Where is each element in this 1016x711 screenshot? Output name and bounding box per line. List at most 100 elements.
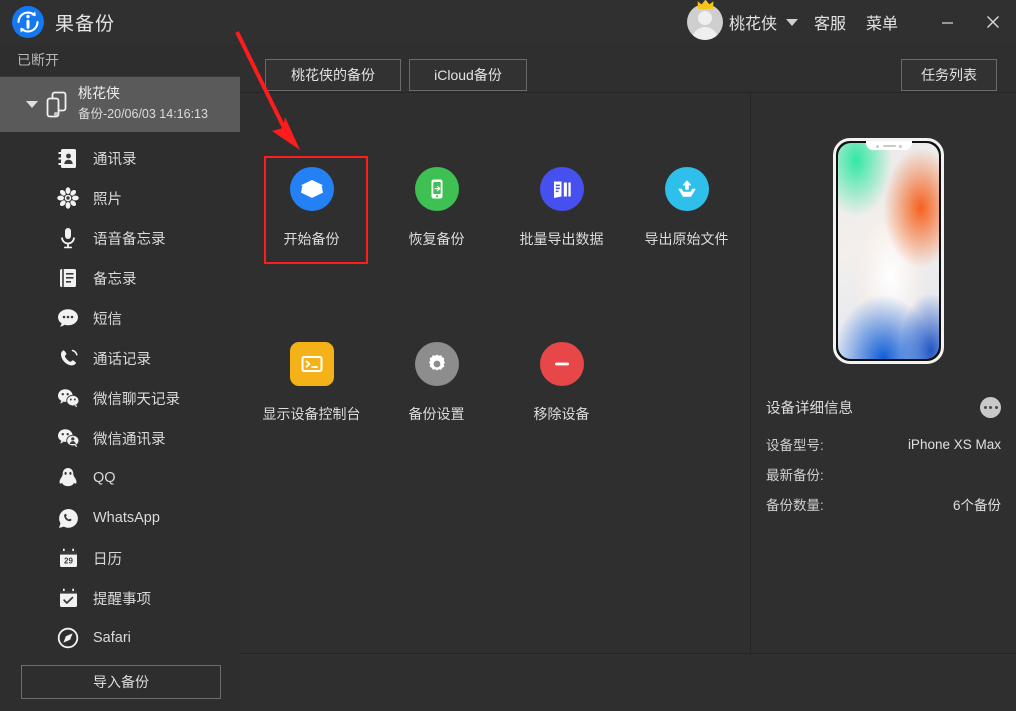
info-key: 设备型号:: [766, 434, 824, 454]
sidebar-item-label: QQ: [93, 470, 116, 486]
action-restore-backup[interactable]: 恢复备份: [374, 150, 499, 265]
photos-flower-icon: [55, 185, 81, 211]
info-row: 备份数量: 6个备份: [766, 489, 1001, 519]
phone-notch: [866, 141, 912, 150]
layers-icon: [290, 167, 334, 211]
device-backup-label: 备份-20/06/03 14:16:13: [78, 105, 208, 123]
sidebar-item-label: 语音备忘录: [93, 228, 166, 249]
sidebar-item-sms[interactable]: 短信: [0, 298, 240, 338]
info-key: 最新备份:: [766, 464, 824, 484]
support-link[interactable]: 客服: [814, 10, 846, 34]
action-grid: 开始备份 恢复备份 批量导出数据 导出原始文件: [249, 150, 749, 440]
import-backup-button[interactable]: 导入备份: [21, 665, 221, 699]
export-data-icon: [540, 167, 584, 211]
phone-restore-icon: [415, 167, 459, 211]
action-remove-device[interactable]: 移除设备: [499, 325, 624, 440]
sidebar-item-label: 备忘录: [93, 268, 137, 289]
gear-icon: [415, 342, 459, 386]
bottom-divider: [240, 653, 1016, 654]
action-export-raw-files[interactable]: 导出原始文件: [624, 150, 749, 265]
triangle-down-icon[interactable]: [26, 101, 38, 108]
action-backup-settings[interactable]: 备份设置: [374, 325, 499, 440]
sidebar-item-voice-memos[interactable]: 语音备忘录: [0, 218, 240, 258]
phone-wallpaper: [838, 143, 939, 359]
tab-local-backup[interactable]: 桃花侠的备份: [265, 59, 401, 91]
sidebar-item-label: 提醒事项: [93, 588, 151, 609]
sidebar-item-notes[interactable]: 备忘录: [0, 258, 240, 298]
action-label: 显示设备控制台: [263, 404, 361, 424]
terminal-icon: [290, 342, 334, 386]
iphone-x-mockup: [833, 138, 944, 364]
action-batch-export[interactable]: 批量导出数据: [499, 150, 624, 265]
action-row-1: 开始备份 恢复备份 批量导出数据 导出原始文件: [249, 150, 749, 265]
action-label: 批量导出数据: [520, 229, 604, 249]
sidebar-nav: 通讯录 照片: [0, 132, 240, 658]
device-bullet: [54, 112, 58, 116]
sidebar-item-label: 微信通讯录: [93, 428, 166, 449]
info-key: 备份数量:: [766, 494, 824, 514]
username-label: 桃花侠: [729, 10, 777, 34]
chevron-down-icon[interactable]: [786, 19, 798, 26]
whatsapp-icon: [55, 505, 81, 531]
upload-tray-icon: [665, 167, 709, 211]
app-title: 果备份: [55, 9, 115, 36]
sidebar-device-node[interactable]: 桃花侠 备份-20/06/03 14:16:13: [0, 77, 240, 132]
phone-call-icon: [55, 345, 81, 371]
sidebar-item-label: Safari: [93, 630, 131, 646]
wechat-contacts-icon: [55, 425, 81, 451]
device-texts: 桃花侠 备份-20/06/03 14:16:13: [78, 84, 208, 123]
info-row: 设备型号: iPhone XS Max: [766, 429, 1001, 459]
device-detail-panel: 设备详细信息 设备型号: iPhone XS Max 最新备份: 备份数量: 6…: [751, 92, 1016, 653]
sidebar-item-call-history[interactable]: 通话记录: [0, 338, 240, 378]
sidebar-item-label: 通讯录: [93, 148, 137, 169]
sidebar-item-whatsapp[interactable]: WhatsApp: [0, 498, 240, 538]
action-row-2: 显示设备控制台 备份设置 移除设备: [249, 325, 749, 440]
app-window: 果备份 桃花侠 客服 菜单 已断开: [0, 0, 1016, 711]
minus-circle-icon: [540, 342, 584, 386]
sidebar: 已断开 桃花侠 备份-20/06/03 14:16:13 通讯录: [0, 44, 240, 711]
action-show-device-console[interactable]: 显示设备控制台: [249, 325, 374, 440]
action-label: 备份设置: [409, 404, 465, 424]
action-label: 恢复备份: [409, 229, 465, 249]
sidebar-item-label: 微信聊天记录: [93, 388, 180, 409]
app-logo-icon: [11, 5, 45, 39]
wechat-icon: [55, 385, 81, 411]
sidebar-item-wechat-contacts[interactable]: 微信通讯录: [0, 418, 240, 458]
menu-link[interactable]: 菜单: [866, 10, 898, 34]
user-area: 桃花侠 客服 菜单: [687, 0, 898, 44]
safari-compass-icon: [55, 625, 81, 651]
sidebar-item-safari[interactable]: Safari: [0, 618, 240, 658]
sidebar-item-photos[interactable]: 照片: [0, 178, 240, 218]
sidebar-item-reminders[interactable]: 提醒事项: [0, 578, 240, 618]
device-detail-title: 设备详细信息: [766, 397, 853, 418]
sidebar-item-label: 照片: [93, 188, 122, 209]
microphone-icon: [55, 225, 81, 251]
sidebar-item-calendar[interactable]: 29 日历: [0, 538, 240, 578]
info-row: 最新备份:: [766, 459, 1001, 489]
calendar-29-icon: 29: [55, 545, 81, 571]
sidebar-item-label: 短信: [93, 308, 122, 329]
qq-penguin-icon: [55, 465, 81, 491]
sidebar-item-wechat-chats[interactable]: 微信聊天记录: [0, 378, 240, 418]
window-controls: [924, 0, 1016, 44]
close-button[interactable]: [970, 0, 1016, 44]
device-name: 桃花侠: [78, 84, 208, 102]
sidebar-item-contacts[interactable]: 通讯录: [0, 138, 240, 178]
action-label: 移除设备: [534, 404, 590, 424]
crown-icon: [697, 0, 714, 10]
tab-icloud-backup[interactable]: iCloud备份: [409, 59, 527, 91]
avatar[interactable]: [687, 4, 723, 40]
task-list-button[interactable]: 任务列表: [901, 59, 997, 91]
minimize-button[interactable]: [924, 0, 970, 44]
sidebar-item-label: 日历: [93, 548, 122, 569]
action-start-backup[interactable]: 开始备份: [249, 150, 374, 265]
sidebar-item-qq[interactable]: QQ: [0, 458, 240, 498]
notes-icon: [55, 265, 81, 291]
action-label: 导出原始文件: [645, 229, 729, 249]
contacts-icon: [55, 145, 81, 171]
more-dots-icon[interactable]: [980, 397, 1001, 418]
svg-text:29: 29: [64, 556, 73, 565]
action-label: 开始备份: [284, 229, 340, 249]
info-value: iPhone XS Max: [908, 437, 1001, 452]
info-value: 6个备份: [953, 494, 1001, 514]
